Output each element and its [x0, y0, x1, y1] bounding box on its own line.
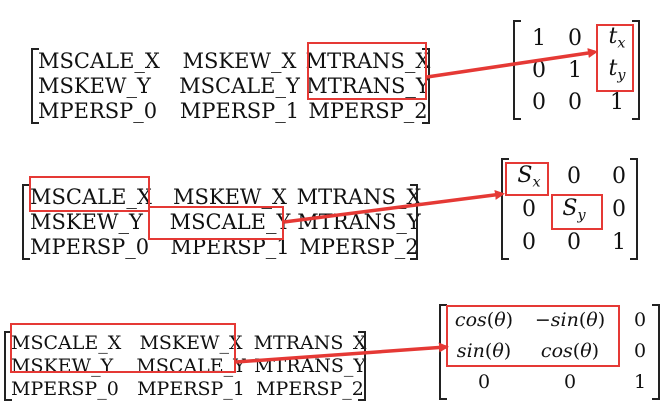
cell-mscale-y: MSCALE_Y: [179, 73, 300, 98]
num-cell: 0: [532, 89, 546, 115]
cell-mskew-y: MSKEW_Y: [38, 73, 151, 98]
num-cell: 1: [532, 25, 546, 51]
cell-mskew-y: MSKEW_Y: [30, 209, 143, 234]
highlight-box-mtrans: [307, 42, 427, 100]
highlight-box-sx: [505, 162, 549, 196]
cell-mtrans-y: MTRANS_Y: [297, 209, 421, 234]
num-cell: 0: [563, 371, 577, 393]
cell-mpersp-0: MPERSP_0: [11, 378, 119, 400]
cell-mpersp-0: MPERSP_0: [38, 99, 158, 123]
num-cell: 0: [477, 371, 491, 393]
cell-mpersp-2: MPERSP_2: [256, 378, 364, 400]
matrix-bracket-right: [652, 304, 660, 400]
highlight-box-rotation-values: [446, 305, 620, 367]
num-cell: 0: [532, 57, 546, 83]
num-cell: 0: [567, 229, 581, 255]
num-cell: 0: [568, 25, 582, 51]
num-cell: 0: [522, 197, 536, 222]
highlight-box-mscale-x: [29, 176, 150, 212]
cell-mpersp-1: MPERSP_1: [137, 378, 245, 400]
cell-mpersp-1: MPERSP_1: [179, 99, 300, 123]
cell-mtrans-x: MTRANS_X: [253, 331, 367, 354]
cell-mtrans-y: MTRANS_Y: [254, 354, 366, 377]
num-cell: 0: [568, 89, 582, 115]
cell-mtrans-x: MTRANS_X: [296, 184, 422, 209]
highlight-box-t: [596, 24, 634, 92]
num-cell: 0: [522, 229, 536, 255]
matrix-bracket-right: [630, 158, 638, 260]
cell-mpersp-2: MPERSP_2: [308, 99, 428, 123]
cell-mpersp-2: MPERSP_2: [299, 235, 419, 259]
highlight-box-rotation-block: [10, 323, 236, 373]
highlight-box-sy: [551, 194, 603, 230]
highlight-box-mscale-y: [148, 206, 284, 240]
cell-mscale-x: MSCALE_X: [38, 48, 160, 73]
cell-mpersp-0: MPERSP_0: [30, 235, 150, 259]
matrix-bracket-right: [358, 331, 366, 401]
cell-mskew-x: MSKEW_X: [182, 48, 297, 73]
num-cell: 1: [568, 57, 582, 83]
num-cell: 0: [567, 164, 581, 189]
matrix-bracket-right: [410, 184, 418, 260]
matrix-bracket-left: [513, 20, 521, 120]
